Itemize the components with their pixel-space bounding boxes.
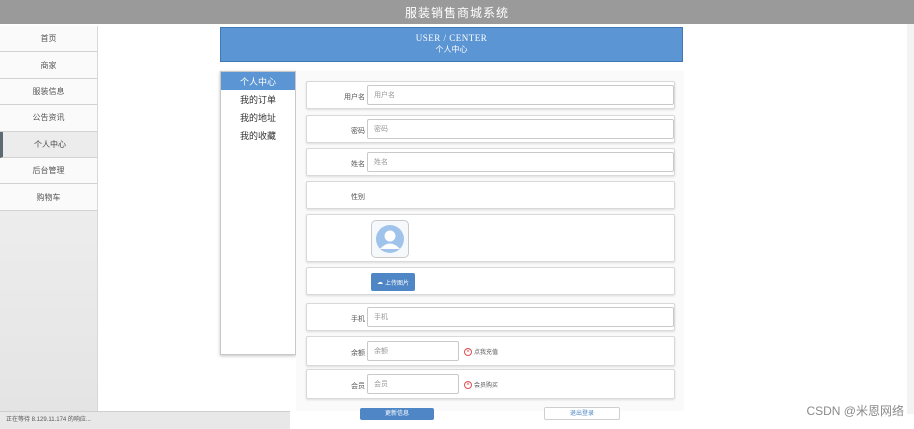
balance-label: 余额 [351,350,365,357]
sidebar-item-profile[interactable]: 个人中心 [0,131,97,158]
form-row-password: 密码 密码 [306,115,675,143]
password-label: 密码 [351,128,365,135]
password-input[interactable]: 密码 [367,119,674,139]
form-row-username: 用户名 用户名 [306,81,675,109]
form-row-name: 姓名 姓名 [306,148,675,176]
close-circle-icon: × [464,380,472,389]
form-row-gender: 性别 [306,181,675,209]
phone-input[interactable]: 手机 [367,307,674,327]
form-row-balance: 余额 余额 × 点我充值 [306,336,675,366]
center-menu-item-profile[interactable]: 个人中心 [221,72,295,90]
member-label: 会员 [351,383,365,390]
sidebar-item-merchant[interactable]: 商家 [0,52,97,79]
member-input[interactable]: 会员 [367,374,459,394]
sidebar-item-cart[interactable]: 购物车 [0,184,97,211]
gender-label: 性别 [351,194,365,201]
sidebar-item-clothing-info[interactable]: 服装信息 [0,78,97,106]
close-circle-icon: × [464,347,472,356]
center-menu: 个人中心 我的订单 我的地址 我的收藏 [220,71,296,355]
form-row-member: 会员 会员 × 会员购买 [306,369,675,399]
status-text: 正在等待 8.129.11.174 的响应... [6,417,91,423]
logout-button[interactable]: 退出登录 [544,407,620,420]
form-row-upload: ☁ 上传图片 [306,267,675,295]
center-menu-item-orders[interactable]: 我的订单 [221,90,295,108]
upload-image-button[interactable]: ☁ 上传图片 [371,273,415,291]
recharge-label: 点我充值 [474,350,499,356]
sidebar-nav: 首页 商家 服装信息 公告资讯 个人中心 后台管理 购物车 [0,26,98,411]
watermark-text: CSDN @米恩网络 [806,404,904,418]
username-input[interactable]: 用户名 [367,85,674,105]
form-row-avatar [306,214,675,262]
site-title: 服装销售商城系统 [404,5,509,20]
recharge-link[interactable]: × 点我充值 [464,347,498,356]
upload-button-label: 上传图片 [384,280,409,287]
browser-status-bar: 正在等待 8.129.11.174 的响应... [0,411,290,429]
buy-membership-link[interactable]: × 会员购买 [464,380,498,389]
sidebar-item-admin[interactable]: 后台管理 [0,157,97,185]
avatar-placeholder-icon [376,225,404,253]
update-info-button[interactable]: 更新信息 [360,408,434,420]
profile-form: 用户名 用户名 密码 密码 姓名 姓名 性别 ☁ 上传图片 手机 手机 余额 余… [296,71,684,420]
sidebar-item-home[interactable]: 首页 [0,26,97,53]
form-row-phone: 手机 手机 [306,303,675,331]
page-scrollbar[interactable] [907,24,914,414]
top-header-bar: 服装销售商城系统 [0,0,914,24]
cloud-upload-icon: ☁ [376,279,383,286]
banner-english-title: USER / CENTER [415,33,488,43]
avatar[interactable] [371,220,409,258]
username-label: 用户名 [344,94,365,101]
center-menu-item-favorites[interactable]: 我的收藏 [221,126,295,144]
banner-chinese-title: 个人中心 [435,45,468,54]
sidebar-item-news[interactable]: 公告资讯 [0,105,97,132]
name-label: 姓名 [351,161,365,168]
balance-input[interactable]: 余额 [367,341,459,361]
name-input[interactable]: 姓名 [367,152,674,172]
page-banner: USER / CENTER 个人中心 [220,27,683,62]
phone-label: 手机 [351,316,365,323]
buy-membership-label: 会员购买 [474,383,499,389]
center-menu-item-address[interactable]: 我的地址 [221,108,295,126]
